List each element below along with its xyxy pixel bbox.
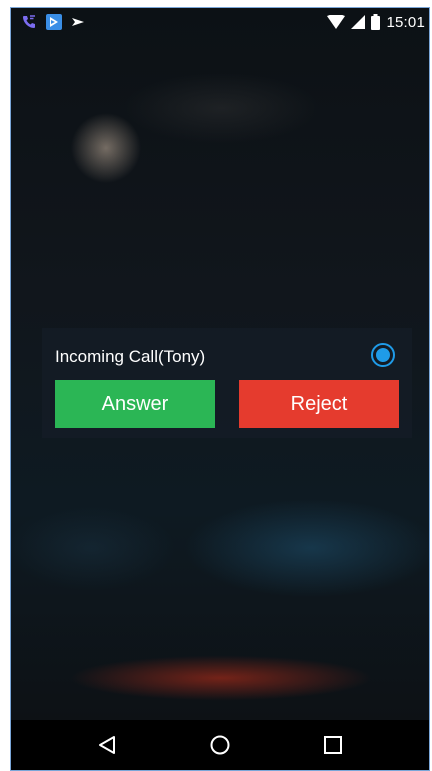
incoming-call-dialog: Incoming Call(Tony) Answer Reject: [42, 328, 412, 438]
phone-call-icon: [21, 14, 37, 30]
recents-button[interactable]: [313, 725, 353, 765]
status-bar-system: 15:01: [327, 14, 429, 31]
send-notification-icon: [71, 15, 85, 29]
back-icon: [96, 734, 118, 756]
clock-time: 15:01: [386, 13, 425, 31]
screencast-app-icon: [45, 13, 63, 31]
home-icon: [209, 734, 231, 756]
reject-button[interactable]: Reject: [239, 380, 399, 428]
status-bar: 15:01: [11, 8, 429, 36]
battery-icon: [371, 14, 381, 30]
navigation-bar: [11, 720, 429, 770]
signal-icon: [351, 15, 366, 29]
phone-screen: 15:01 Incoming Call(Tony) Answer Reject: [10, 7, 430, 771]
back-button[interactable]: [87, 725, 127, 765]
answer-button[interactable]: Answer: [55, 380, 215, 428]
home-button[interactable]: [200, 725, 240, 765]
wifi-icon: [327, 15, 346, 29]
recents-icon: [322, 734, 344, 756]
call-select-radio[interactable]: [371, 343, 395, 367]
radio-selected-dot: [376, 348, 390, 362]
status-bar-notifications: [11, 13, 85, 31]
incoming-call-title: Incoming Call(Tony): [55, 347, 206, 366]
